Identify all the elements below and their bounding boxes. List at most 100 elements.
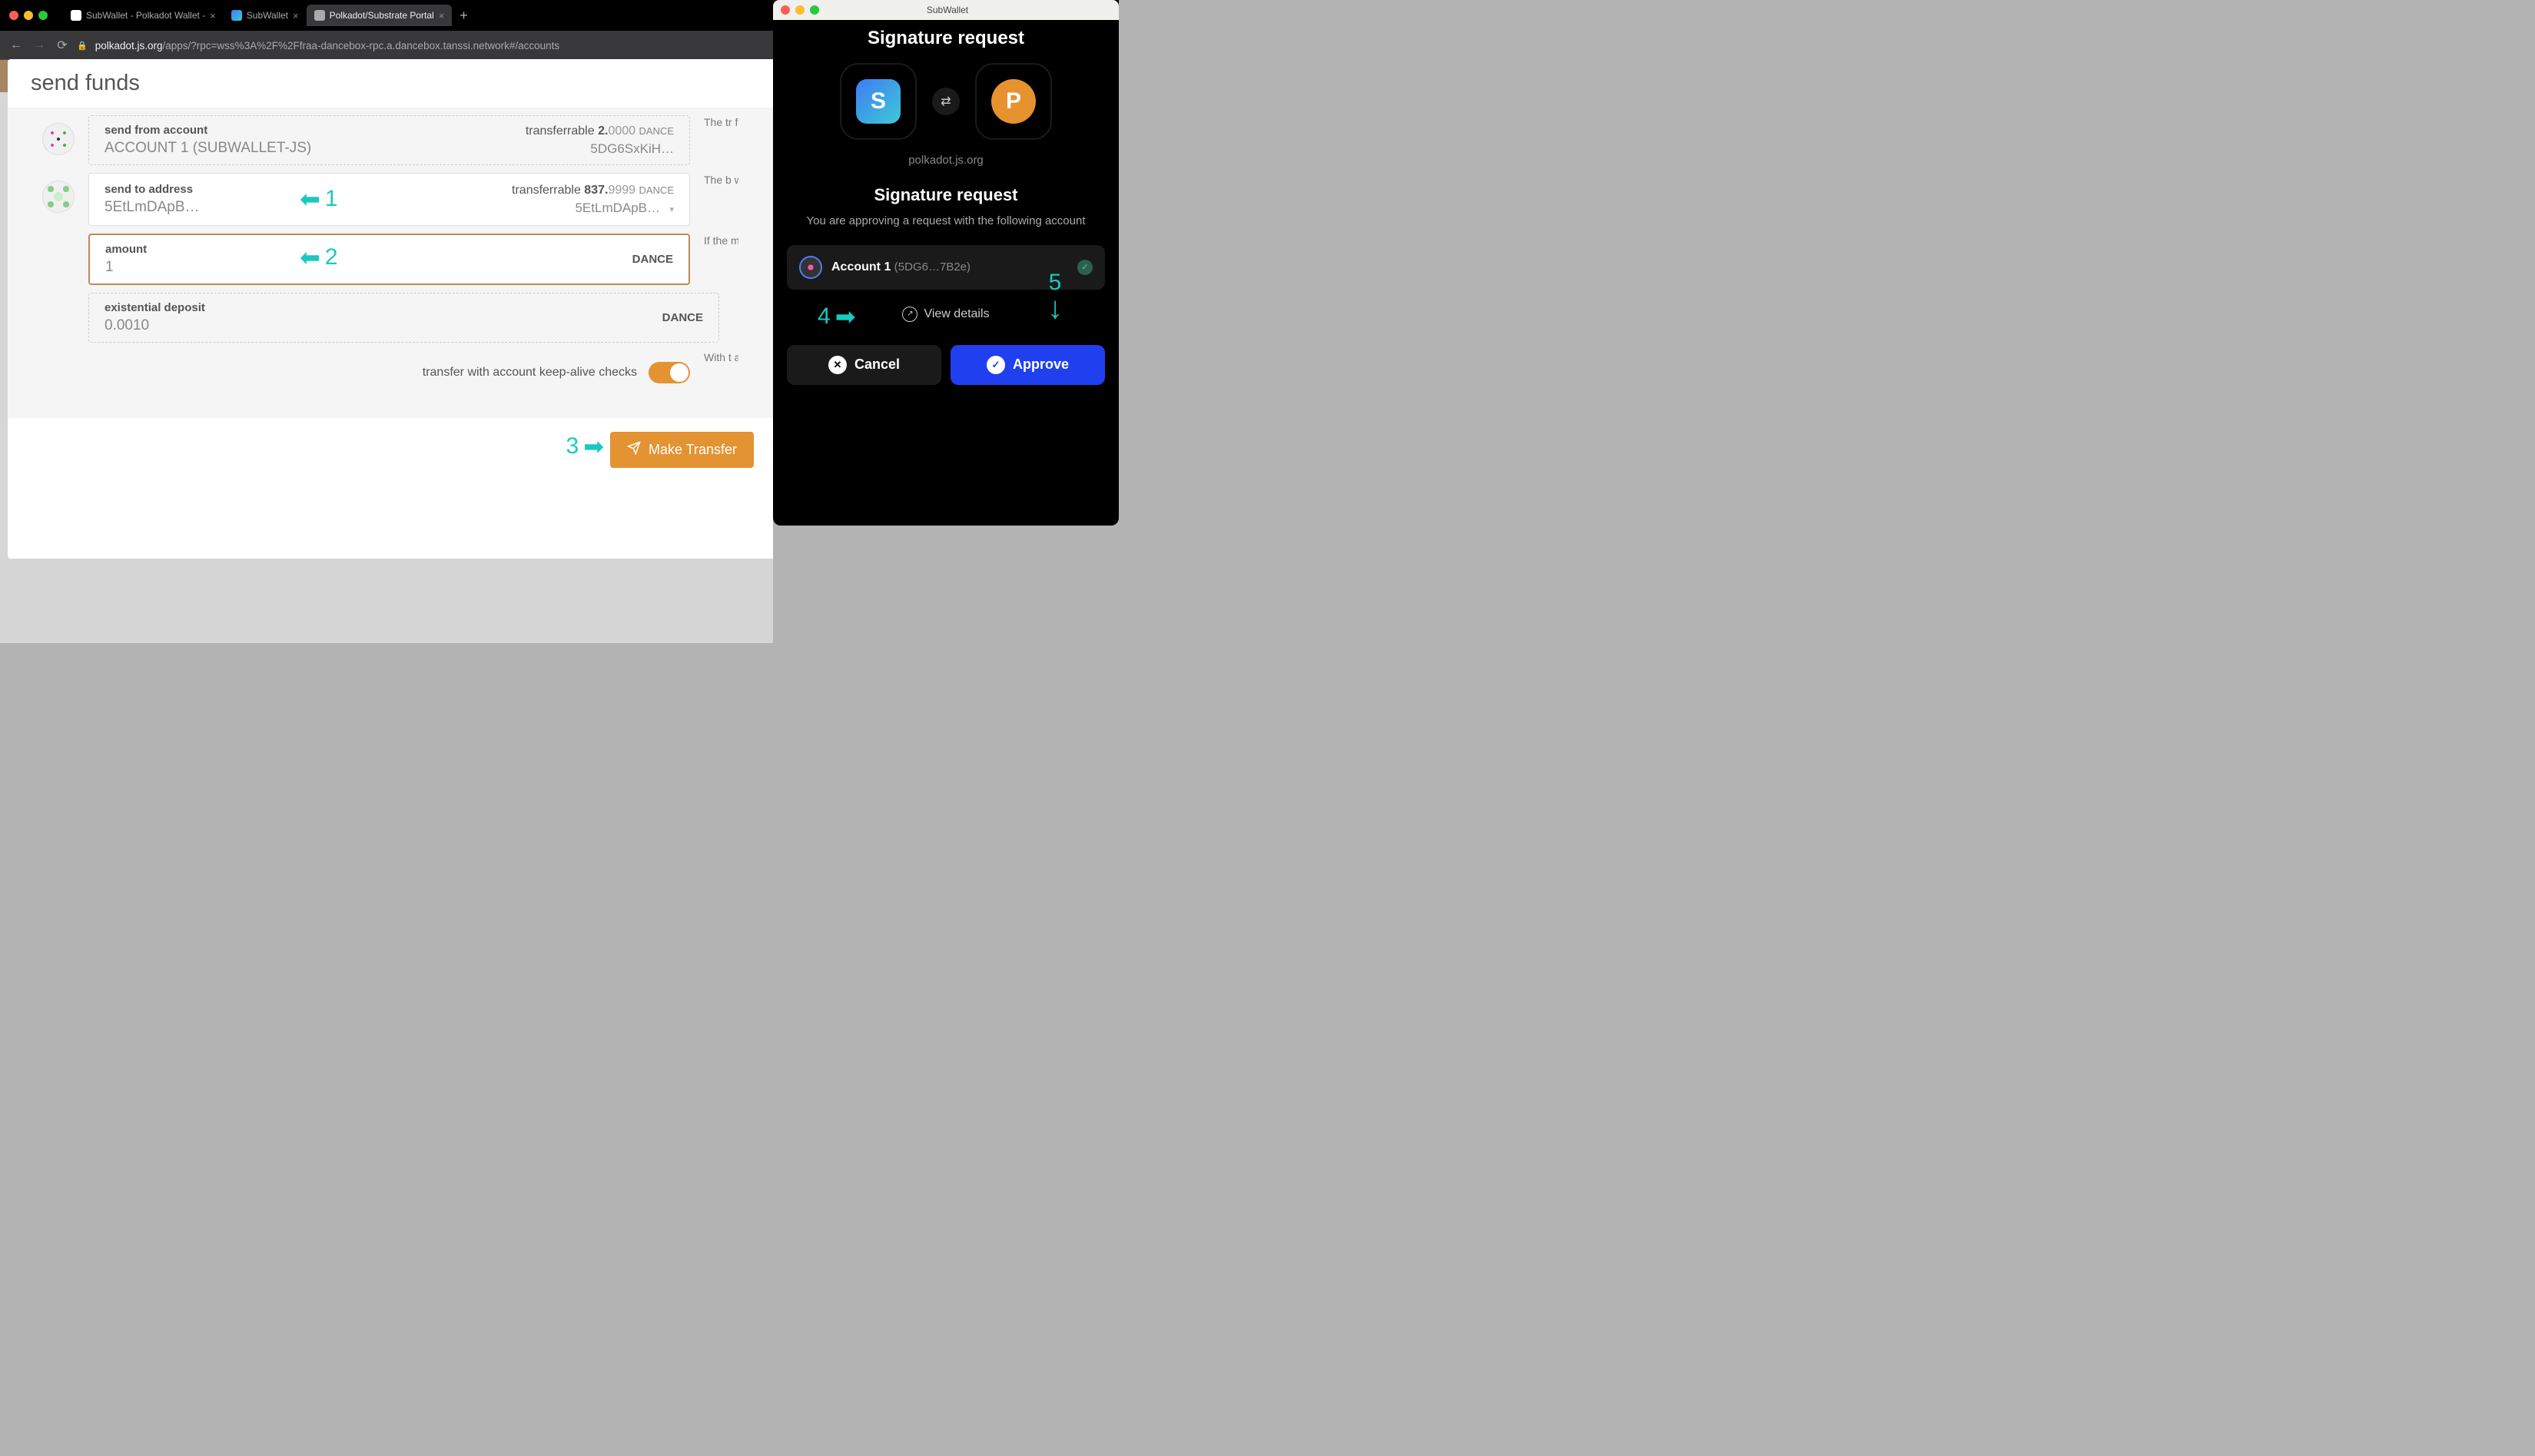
existential-label: existential deposit — [105, 301, 205, 314]
reload-icon[interactable]: ⟳ — [54, 38, 71, 53]
view-details-button[interactable]: ↗ View details — [787, 307, 1105, 322]
modal-overlay: send funds send from account ACCOUNT 1 (… — [0, 59, 773, 643]
toggle-knob — [670, 363, 688, 382]
amount-help-text: If the more sendi the a — [704, 234, 738, 249]
keep-alive-row: transfer with account keep-alive checks … — [42, 350, 738, 395]
to-address-dropdown[interactable]: 5EtLmDApB… ▾ — [512, 201, 674, 216]
check-icon: ✓ — [1077, 260, 1093, 275]
tab-title: SubWallet — [247, 10, 288, 21]
maximize-window-icon[interactable] — [810, 5, 819, 15]
keep-alive-label: transfer with account keep-alive checks — [423, 366, 637, 380]
signing-account-card[interactable]: Account 1 (5DG6…7B2e) ✓ — [787, 245, 1105, 290]
swap-icon: ⇄ — [932, 88, 960, 115]
approve-label: Approve — [1013, 357, 1069, 373]
view-details-label: View details — [924, 307, 989, 321]
cancel-button[interactable]: ✕ Cancel — [787, 345, 941, 385]
popup-traffic-lights[interactable] — [781, 5, 819, 15]
from-balance: transferrable 2.0000 DANCE — [526, 124, 674, 138]
from-value: ACCOUNT 1 (SUBWALLET-JS) — [105, 140, 311, 157]
existential-value: 0.0010 — [105, 317, 205, 334]
subwallet-popup: SubWallet Signature request S ⇄ P polkad… — [773, 0, 1119, 526]
minimize-window-icon[interactable] — [795, 5, 805, 15]
check-icon: ✓ — [987, 356, 1005, 374]
external-link-icon: ↗ — [902, 307, 917, 322]
amount-unit: DANCE — [632, 253, 673, 266]
close-tab-icon[interactable]: × — [210, 10, 216, 22]
account-address: (5DG6…7B2e) — [894, 260, 971, 274]
request-origin: polkadot.js.org — [787, 154, 1105, 167]
popup-body: Signature request S ⇄ P polkadot.js.org … — [773, 20, 1119, 400]
account-name: Account 1 — [831, 260, 891, 274]
tab-title: SubWallet - Polkadot Wallet - — [86, 10, 205, 21]
tab-subwallet-site[interactable]: SubWallet - Polkadot Wallet - × — [63, 5, 224, 26]
approve-button[interactable]: ✓ Approve — [951, 345, 1105, 385]
favicon-icon — [71, 10, 81, 21]
url-bar: ← → ⟳ 🔒 polkadot.js.org/apps/?rpc=wss%3A… — [0, 31, 773, 60]
back-icon[interactable]: ← — [8, 38, 25, 52]
to-help-text: The b when — [704, 173, 738, 188]
close-window-icon[interactable] — [9, 11, 18, 20]
maximize-window-icon[interactable] — [38, 11, 48, 20]
to-address-field[interactable]: send to address 5EtLmDApB… transferrable… — [88, 173, 690, 226]
app-icons-row: S ⇄ P — [787, 63, 1105, 140]
tabs-bar: SubWallet - Polkadot Wallet - × SubWalle… — [63, 3, 773, 28]
modal-body: send from account ACCOUNT 1 (SUBWALLET-J… — [8, 108, 773, 418]
dapp-icon-wrap: P — [975, 63, 1052, 140]
minimize-window-icon[interactable] — [24, 11, 33, 20]
existential-deposit-field: existential deposit 0.0010 DANCE — [88, 293, 719, 343]
wallet-app-icon-wrap: S — [840, 63, 917, 140]
to-identicon-icon — [42, 181, 75, 213]
amount-value: 1 — [105, 259, 147, 276]
signature-request-description: You are approving a request with the fol… — [787, 213, 1105, 230]
cancel-label: Cancel — [854, 357, 900, 373]
popup-titlebar: SubWallet — [773, 0, 1119, 20]
polkadot-icon: P — [991, 79, 1036, 124]
keep-alive-toggle[interactable] — [649, 362, 690, 383]
to-label: send to address — [105, 183, 200, 196]
modal-footer: 3➡ Make Transfer — [8, 418, 773, 482]
forward-icon[interactable]: → — [31, 38, 48, 52]
to-balance: transferrable 837.9999 DANCE — [512, 184, 674, 197]
from-identicon-icon — [42, 123, 75, 155]
from-help-text: The tr fees) — [704, 115, 738, 131]
from-account-field[interactable]: send from account ACCOUNT 1 (SUBWALLET-J… — [88, 115, 690, 165]
url-field[interactable]: polkadot.js.org/apps/?rpc=wss%3A%2F%2Ffr… — [95, 40, 559, 51]
favicon-icon — [231, 10, 242, 21]
send-funds-modal: send funds send from account ACCOUNT 1 (… — [8, 59, 773, 559]
close-window-icon[interactable] — [781, 5, 790, 15]
traffic-lights[interactable] — [9, 11, 48, 20]
favicon-icon — [314, 10, 325, 21]
amount-row: amount 1 DANCE If the more sendi the a ⬅… — [42, 234, 738, 285]
to-value: 5EtLmDApB… — [105, 199, 200, 216]
keep-alive-help-text: With t agains — [704, 350, 738, 366]
close-icon: ✕ — [828, 356, 847, 374]
browser-window: SubWallet - Polkadot Wallet - × SubWalle… — [0, 0, 773, 643]
to-row: send to address 5EtLmDApB… transferrable… — [42, 173, 738, 226]
existential-unit: DANCE — [662, 311, 703, 324]
new-tab-button[interactable]: + — [460, 8, 468, 24]
chevron-down-icon: ▾ — [669, 205, 674, 214]
lock-icon[interactable]: 🔒 — [77, 41, 88, 51]
close-tab-icon[interactable]: × — [293, 10, 299, 22]
make-transfer-label: Make Transfer — [649, 442, 737, 458]
account-identicon-icon — [799, 256, 822, 279]
send-icon — [627, 441, 641, 459]
amount-label: amount — [105, 243, 147, 256]
popup-window-title: SubWallet — [819, 5, 1076, 15]
existential-row: existential deposit 0.0010 DANCE x — [42, 293, 738, 343]
subwallet-icon: S — [856, 79, 901, 124]
close-tab-icon[interactable]: × — [439, 10, 445, 22]
popup-actions: ✕ Cancel ✓ Approve — [787, 345, 1105, 385]
from-row: send from account ACCOUNT 1 (SUBWALLET-J… — [42, 115, 738, 165]
tab-subwallet[interactable]: SubWallet × — [224, 5, 307, 26]
amount-field[interactable]: amount 1 DANCE — [88, 234, 690, 285]
signature-request-subtitle: Signature request — [787, 185, 1105, 205]
browser-titlebar: SubWallet - Polkadot Wallet - × SubWalle… — [0, 0, 773, 31]
tab-polkadot-portal[interactable]: Polkadot/Substrate Portal × — [307, 5, 453, 26]
from-label: send from account — [105, 124, 311, 137]
from-address-short: 5DG6SxKiH… — [526, 141, 674, 157]
modal-title: send funds — [8, 59, 773, 108]
make-transfer-button[interactable]: Make Transfer — [610, 432, 754, 468]
signature-request-title: Signature request — [787, 28, 1105, 49]
annotation-3: 3➡ — [566, 432, 605, 461]
